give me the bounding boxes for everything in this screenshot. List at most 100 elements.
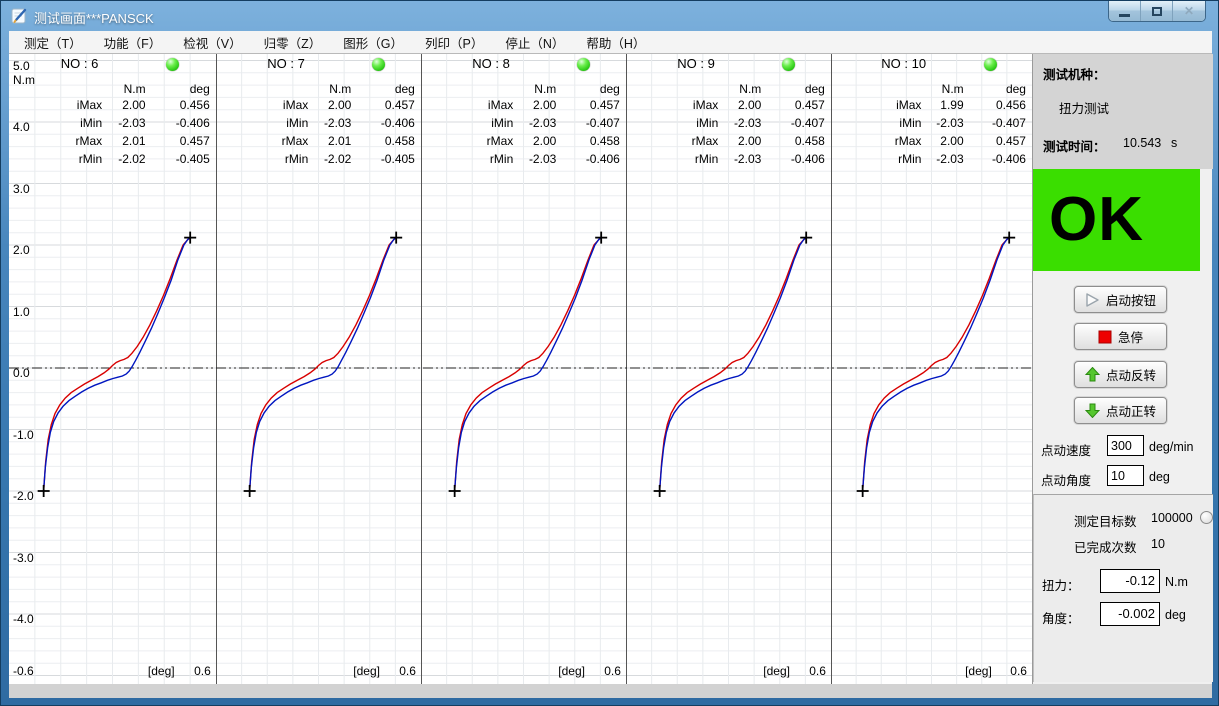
value-rMax-deg: 0.457: [966, 134, 1026, 148]
main-area: 5.04.03.02.01.00.0-1.0-2.0-3.0-4.0N.m-0.…: [9, 54, 1212, 684]
maximize-icon: [1152, 7, 1162, 16]
down-arrow-icon: [1085, 403, 1100, 418]
value-iMax-nm: 2.00: [291, 98, 351, 112]
value-rMax-nm: 2.01: [86, 134, 146, 148]
x-axis-unit-label: [deg]: [942, 664, 992, 678]
start-button[interactable]: 启动按钮: [1074, 286, 1167, 313]
menu-item-help[interactable]: 帮助（H）: [575, 31, 656, 54]
x-axis-min-label: -0.6: [13, 664, 47, 678]
jog-speed-input[interactable]: [1107, 435, 1144, 456]
x-axis-unit-label: [deg]: [330, 664, 380, 678]
led-icon: [577, 58, 590, 71]
status-badge: OK: [1033, 169, 1200, 271]
angle-unit: deg: [1165, 608, 1186, 622]
panel-no-label: NO : 8: [472, 57, 552, 71]
col-header-deg: deg: [560, 82, 620, 96]
value-iMax-nm: 1.99: [904, 98, 964, 112]
value-rMin-nm: -2.03: [496, 152, 556, 166]
stats-box: 测定目标数 100000 已完成次数 10 扭力： -0.12 N.m 角度： …: [1033, 494, 1213, 682]
menu-bar: 测定（T）功能（F）检视（V）归零（Z）图形（G）列印（P）停止（N）帮助（H）: [9, 31, 1212, 54]
target-count-label: 测定目标数: [1074, 511, 1137, 530]
value-rMin-nm: -2.02: [86, 152, 146, 166]
title-bar[interactable]: 测试画面***PANSCK ✕: [1, 1, 1218, 31]
play-icon: [1085, 293, 1100, 307]
value-rMax-deg: 0.458: [765, 134, 825, 148]
led-icon: [782, 58, 795, 71]
panel-no-label: NO : 6: [61, 57, 141, 71]
value-rMax-deg: 0.458: [355, 134, 415, 148]
col-header-nm: N.m: [904, 82, 964, 96]
value-rMin-deg: -0.405: [355, 152, 415, 166]
target-radio[interactable]: [1200, 511, 1213, 524]
value-iMin-nm: -2.03: [701, 116, 761, 130]
close-button[interactable]: ✕: [1173, 1, 1205, 21]
y-axis-tick: 5.0: [13, 59, 47, 73]
test-time-value: 10.543: [1123, 136, 1161, 150]
done-count-value: 10: [1151, 537, 1165, 551]
value-iMax-nm: 2.00: [86, 98, 146, 112]
estop-button-label: 急停: [1118, 327, 1143, 346]
value-iMin-nm: -2.03: [291, 116, 351, 130]
close-icon: ✕: [1184, 4, 1194, 18]
jog-angle-label: 点动角度: [1041, 470, 1091, 489]
curve-red: [660, 238, 807, 491]
led-icon: [372, 58, 385, 71]
status-strip: [9, 684, 1212, 698]
jog-reverse-button[interactable]: 点动反转: [1074, 361, 1167, 388]
value-iMin-deg: -0.407: [966, 116, 1026, 130]
menu-item-view[interactable]: 检视（V）: [172, 31, 252, 54]
curve-blue: [250, 238, 397, 491]
value-rMin-deg: -0.406: [560, 152, 620, 166]
menu-item-zero[interactable]: 归零（Z）: [253, 31, 333, 54]
angle-display: -0.002: [1100, 602, 1160, 626]
jog-angle-input[interactable]: [1107, 465, 1144, 486]
menu-item-function[interactable]: 功能（F）: [93, 31, 173, 54]
value-rMin-deg: -0.406: [765, 152, 825, 166]
value-iMin-nm: -2.03: [496, 116, 556, 130]
menu-item-measure[interactable]: 测定（T）: [13, 31, 93, 54]
window-controls: ✕: [1108, 1, 1206, 22]
minimize-button[interactable]: [1109, 1, 1141, 21]
value-rMax-nm: 2.01: [291, 134, 351, 148]
window-title: 测试画面***PANSCK: [34, 8, 154, 27]
value-iMin-deg: -0.406: [150, 116, 210, 130]
menu-item-print[interactable]: 列印（P）: [414, 31, 494, 54]
maximize-button[interactable]: [1141, 1, 1173, 21]
y-axis-tick: 3.0: [13, 182, 47, 196]
sidebar: 测试机种： 扭力测试 测试时间： 10.543 s OK 启动按钮急停点动反转点…: [1032, 54, 1212, 684]
value-iMin-deg: -0.407: [560, 116, 620, 130]
value-rMax-nm: 2.00: [904, 134, 964, 148]
y-axis-tick: -4.0: [13, 612, 47, 626]
x-axis-unit-label: [deg]: [740, 664, 790, 678]
value-rMax-nm: 2.00: [496, 134, 556, 148]
value-iMax-nm: 2.00: [701, 98, 761, 112]
y-axis-unit: N.m: [13, 73, 47, 87]
col-header-deg: deg: [765, 82, 825, 96]
jog-speed-unit: deg/min: [1149, 440, 1193, 454]
y-axis-tick: -3.0: [13, 551, 47, 565]
menu-item-graph[interactable]: 图形（G）: [332, 31, 414, 54]
col-header-nm: N.m: [496, 82, 556, 96]
y-axis-tick: 2.0: [13, 243, 47, 257]
value-iMax-deg: 0.457: [560, 98, 620, 112]
jog-forward-button[interactable]: 点动正转: [1074, 397, 1167, 424]
menu-item-stop[interactable]: 停止（N）: [494, 31, 575, 54]
estop-button[interactable]: 急停: [1074, 323, 1167, 350]
stop-icon: [1098, 330, 1112, 344]
test-time-label: 测试时间：: [1043, 136, 1106, 155]
curve-blue: [44, 238, 191, 491]
x-axis-max-label: 0.6: [987, 664, 1027, 678]
machine-type-value: 扭力测试: [1059, 98, 1109, 117]
x-axis-max-label: 0.6: [171, 664, 211, 678]
value-rMax-nm: 2.00: [701, 134, 761, 148]
panel-no-label: NO : 9: [677, 57, 757, 71]
value-iMin-deg: -0.406: [355, 116, 415, 130]
x-axis-unit-label: [deg]: [535, 664, 585, 678]
done-count-label: 已完成次数: [1074, 537, 1137, 556]
y-axis-tick: 1.0: [13, 305, 47, 319]
machine-type-label: 测试机种：: [1043, 64, 1106, 83]
window-content: 测定（T）功能（F）检视（V）归零（Z）图形（G）列印（P）停止（N）帮助（H）…: [9, 31, 1212, 698]
value-rMin-deg: -0.406: [966, 152, 1026, 166]
value-rMin-nm: -2.02: [291, 152, 351, 166]
value-rMax-deg: 0.458: [560, 134, 620, 148]
